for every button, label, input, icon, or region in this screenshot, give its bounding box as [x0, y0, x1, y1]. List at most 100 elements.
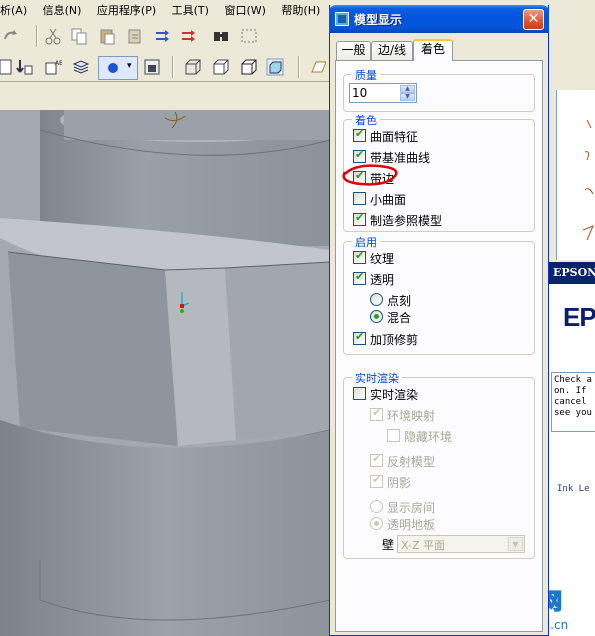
layers-icon[interactable]	[72, 58, 90, 76]
checkbox-label: 小曲面	[370, 193, 407, 207]
epson-logo: EPS	[563, 302, 595, 332]
model-display-dialog: 模型显示 ✕ 一般 边/线 着色 质量 ▲ ▼ 着色 曲面特征 带基准曲线	[329, 5, 549, 636]
hex-bolt-model	[0, 110, 330, 636]
spin-down-button[interactable]: ▼	[400, 93, 415, 101]
tab-shading[interactable]: 着色	[413, 39, 453, 61]
wall-select[interactable]: X-Z 平面 ▼	[397, 535, 525, 553]
regenerate-manager-icon[interactable]	[180, 27, 198, 45]
copy-icon[interactable]	[70, 27, 88, 45]
epson-message: Check a on. If cancel see you	[551, 372, 595, 432]
checkbox[interactable]	[353, 387, 366, 400]
view-toolbar: AB ▾	[0, 52, 330, 82]
chevron-down-icon: ▾	[127, 61, 132, 71]
checkbox-label: 加顶修剪	[370, 333, 419, 347]
enable-group: 启用 纹理 透明 点刻 混合 加顶修剪	[343, 234, 535, 355]
main-toolbar	[0, 20, 330, 52]
dialog-title: 模型显示	[354, 13, 403, 27]
datum-plane-icon[interactable]	[308, 58, 326, 76]
redo-icon[interactable]	[2, 27, 20, 45]
dialog-titlebar[interactable]: 模型显示 ✕	[329, 5, 549, 33]
menu-applications[interactable]: 应用程序(P)	[91, 0, 162, 18]
epson-message-line: Check a	[554, 375, 592, 385]
close-button[interactable]: ✕	[523, 9, 544, 30]
shading-tab-panel: 质量 ▲ ▼ 着色 曲面特征 带基准曲线 带边 小曲面	[335, 60, 543, 632]
checkbox[interactable]	[353, 192, 366, 205]
checkbox-label: 纹理	[370, 252, 395, 266]
cut-icon[interactable]	[44, 27, 62, 45]
toolbar-separator	[36, 25, 38, 47]
checkbox-label: 反射模型	[387, 455, 436, 469]
display-style-dropdown[interactable]: ▾	[98, 56, 138, 80]
wall-label: 壁	[382, 538, 395, 552]
hidden-line-icon[interactable]	[212, 58, 230, 76]
no-hidden-icon[interactable]	[240, 58, 258, 76]
select-box-icon[interactable]	[240, 27, 258, 45]
checkbox[interactable]	[353, 249, 366, 264]
epson-message-line: cancel	[554, 397, 587, 407]
radio-label: 混合	[387, 311, 412, 325]
radio-button[interactable]	[370, 310, 383, 323]
checkbox[interactable]	[370, 452, 383, 467]
checkbox[interactable]	[370, 473, 383, 488]
shading-ball-icon	[108, 63, 118, 73]
checkbox[interactable]	[353, 270, 366, 285]
ink-levels-link[interactable]: Ink Le	[557, 484, 590, 494]
quality-input[interactable]	[352, 85, 398, 101]
shading-mode-icon[interactable]	[266, 58, 284, 76]
annotation-icon[interactable]: AB	[44, 58, 62, 76]
sketch-curves-icon	[582, 119, 594, 241]
find-icon[interactable]	[212, 27, 230, 45]
quality-group-label: 质量	[352, 67, 380, 83]
checkbox-label: 曲面特征	[370, 130, 419, 144]
paste-special-icon[interactable]	[126, 27, 144, 45]
chevron-down-icon: ▼	[508, 537, 523, 551]
menu-window[interactable]: 窗口(W)	[218, 0, 271, 18]
menu-info[interactable]: 信息(N)	[37, 0, 88, 18]
background-panel	[556, 90, 595, 260]
regenerate-icon[interactable]	[154, 27, 172, 45]
checkbox[interactable]	[353, 127, 366, 142]
radio-button[interactable]	[370, 293, 383, 306]
epson-message-line: see you	[554, 408, 592, 418]
checkbox-label: 透明	[370, 273, 395, 287]
model-viewport[interactable]	[0, 110, 330, 636]
toolbar-area	[0, 82, 330, 110]
radio-label: 点刻	[387, 294, 412, 308]
spin-center-icon[interactable]	[16, 58, 34, 76]
realtime-group: 实时渲染 实时渲染 环境映射 隐藏环境 反射模型 阴影	[343, 370, 535, 559]
radio-button[interactable]	[370, 500, 383, 513]
epson-message-line: on. If	[554, 386, 587, 396]
radio-button[interactable]	[370, 517, 383, 530]
spin-up-button[interactable]: ▲	[400, 85, 415, 93]
svg-text:AB: AB	[55, 60, 62, 67]
checkbox[interactable]	[353, 211, 366, 226]
paste-icon[interactable]	[98, 27, 116, 45]
checkbox[interactable]	[370, 406, 383, 421]
tab-general[interactable]: 一般	[336, 41, 371, 60]
menu-help[interactable]: 帮助(H)	[275, 0, 326, 18]
shading-group-label: 着色	[352, 112, 380, 128]
checkbox-label: 实时渲染	[370, 388, 419, 402]
toolbar-separator	[172, 56, 174, 78]
epson-title: EPSON	[549, 262, 595, 284]
wall-select-value: X-Z 平面	[401, 539, 445, 552]
enable-group-label: 启用	[352, 234, 380, 250]
radio-label: 透明地板	[387, 518, 436, 532]
red-highlight-annotation	[342, 164, 398, 186]
wall-row: 壁 X-Z 平面 ▼	[344, 535, 534, 553]
wireframe-icon[interactable]	[184, 58, 202, 76]
menu-analysis[interactable]: 析(A)	[0, 0, 33, 18]
saved-view-icon[interactable]	[143, 58, 161, 76]
checkbox-label: 制造参照模型	[370, 214, 443, 228]
menu-bar: 析(A) 信息(N) 应用程序(P) 工具(T) 窗口(W) 帮助(H)	[0, 0, 330, 18]
epson-status-window: EPSON EPS Check a on. If cancel see you …	[548, 262, 595, 636]
tab-edges-lines[interactable]: 边/线	[371, 41, 413, 60]
checkbox-label: 阴影	[387, 476, 412, 490]
checkbox[interactable]	[387, 429, 400, 442]
zoom-icon[interactable]	[0, 58, 12, 76]
checkbox-label: 隐藏环境	[404, 430, 453, 444]
toolbar-separator	[298, 56, 300, 78]
checkbox[interactable]	[353, 330, 366, 345]
menu-tools[interactable]: 工具(T)	[166, 0, 215, 18]
quality-spinner: ▲ ▼	[349, 83, 417, 103]
